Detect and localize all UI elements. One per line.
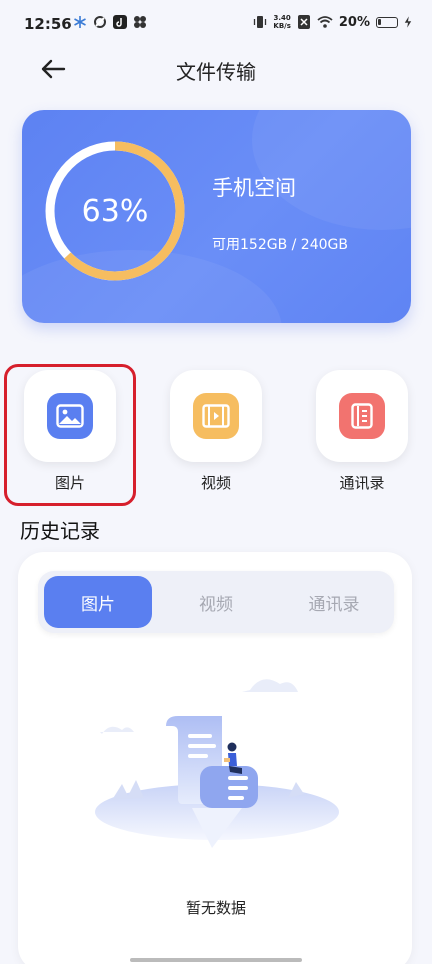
tiktok-icon [113,15,127,29]
tab-contacts[interactable]: 通讯录 [280,576,388,628]
tab-images[interactable]: 图片 [44,576,152,628]
history-title: 历史记录 [20,519,100,543]
category-contacts[interactable]: 通讯录 [316,370,408,493]
battery-level [378,18,382,25]
category-videos-label: 视频 [200,474,231,492]
flower-icon [134,16,146,28]
card-decoration [252,110,411,230]
charging-icon [404,16,412,28]
net-speed: 3.40 KB/s [273,14,290,30]
status-system-icons: 3.40 KB/s 20% [253,14,412,30]
wifi-icon [317,16,333,28]
history-tabs: 图片 视频 通讯录 [38,571,394,633]
video-icon [193,393,239,439]
battery-percent: 20% [338,14,370,30]
vibrate-icon [254,16,267,28]
home-indicator[interactable] [130,958,302,962]
snowflake-icon [74,16,86,28]
net-speed-unit: KB/s [273,22,291,30]
sync-icon [94,16,106,28]
sim-x-icon [297,15,310,29]
storage-card: 63% 手机空间 可用152GB / 240GB [22,110,411,323]
category-contacts-label: 通讯录 [339,474,385,492]
selection-highlight [4,364,136,506]
net-speed-value: 3.40 [273,14,291,22]
storage-subtitle: 可用152GB / 240GB [212,237,348,253]
tab-videos[interactable]: 视频 [162,576,270,628]
contacts-icon [339,393,385,439]
battery-icon [376,16,398,28]
status-notification-icons [73,15,147,29]
category-videos-tile[interactable] [170,370,262,462]
page-title: 文件传输 [176,60,256,84]
category-contacts-tile[interactable] [316,370,408,462]
status-bar: 12:56 3.40 KB/s 20% [0,0,432,50]
status-time: 12:56 [24,15,72,33]
category-videos[interactable]: 视频 [170,370,262,493]
storage-percent: 63% [81,193,149,229]
storage-title: 手机空间 [212,176,296,200]
empty-state-text: 暂无数据 [185,899,246,917]
empty-state-illustration [95,679,339,848]
